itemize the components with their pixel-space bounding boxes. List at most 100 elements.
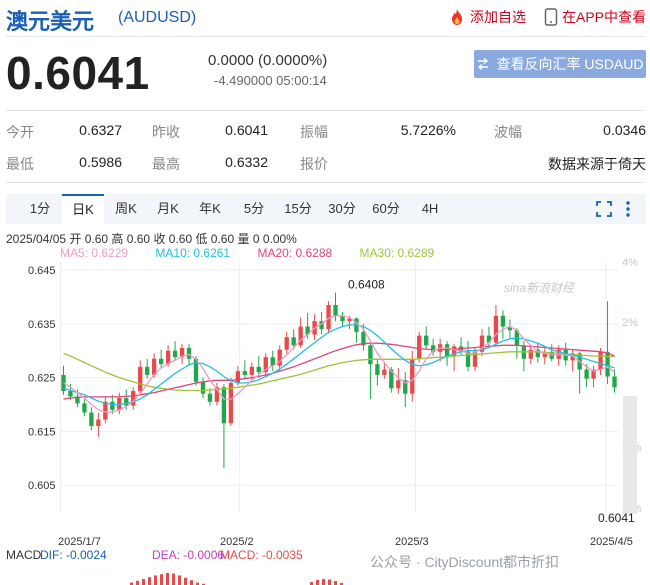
current-price: 0.6041 [6, 47, 150, 99]
add-watchlist-button[interactable]: 添加自选 [448, 7, 526, 27]
macd-bar [328, 579, 331, 585]
macd-label: MACD [6, 548, 42, 562]
candle-body [82, 403, 87, 413]
candle-body [242, 371, 247, 375]
tab-daily[interactable]: 日K [62, 194, 104, 224]
macd-bar [190, 580, 193, 585]
macd-bar [160, 574, 163, 585]
x-tick-label: 2025/2 [220, 536, 254, 548]
candle-body [368, 345, 373, 365]
candle-body [382, 369, 387, 375]
macd-bar [184, 577, 187, 585]
candle-body [333, 305, 338, 316]
macd-bar [322, 579, 325, 585]
footer-watermark: 公众号 · CityDiscount都市折扣 [370, 554, 559, 570]
y-tick-label: 0.615 [28, 426, 56, 438]
macd-bar [316, 580, 319, 585]
data-source: 数据来源于倚天 [548, 156, 646, 172]
candle-body [396, 380, 401, 389]
phone-icon [544, 8, 558, 26]
prev-close-label: 昨收 [152, 124, 180, 140]
candle-body [598, 351, 603, 370]
period-tabs: 1分 日K 周K 月K 年K 5分 15分 30分 60分 4H [6, 194, 646, 224]
y-tick-label: 0.605 [28, 480, 56, 492]
candle-body [138, 366, 143, 392]
chart-watermark: sina新浪财经 [504, 281, 576, 295]
tab-4h[interactable]: 4H [410, 194, 450, 224]
ma10-line [63, 324, 615, 406]
candle-body [284, 337, 289, 350]
right-tick-label: 2% [622, 317, 638, 329]
candle-body [89, 412, 94, 426]
swap-icon [478, 57, 489, 71]
high-value: 0.6332 [225, 154, 268, 170]
pair-code: (AUDUSD) [118, 9, 197, 26]
candle-body [207, 393, 213, 402]
candle-body [424, 335, 429, 346]
reverse-rate-label: 查看反向汇率 USDAUD [496, 56, 644, 72]
x-tick-label: 2025/4/5 [590, 536, 633, 548]
open-value: 0.6327 [79, 122, 122, 138]
tab-15min[interactable]: 15分 [278, 194, 318, 224]
reverse-rate-button[interactable]: 查看反向汇率 USDAUD [474, 50, 646, 78]
tab-monthly[interactable]: 月K [148, 194, 188, 224]
tab-5min[interactable]: 5分 [234, 194, 274, 224]
x-tick-label: 2025/3 [395, 536, 429, 548]
low-value: 0.5986 [79, 154, 122, 170]
y-tick-label: 0.625 [28, 373, 56, 385]
macd-label: MACD: -0.0035 [220, 548, 303, 562]
header: 澳元美元 (AUDUSD) 添加自选 在APP中查看 [0, 0, 650, 34]
candle-body [375, 364, 380, 375]
candle-body [110, 401, 115, 410]
more-icon[interactable] [624, 200, 632, 218]
candle-body [256, 366, 261, 373]
stats-row: 最低 0.5986 最高 0.6332 报价 数据来源于倚天 [6, 150, 650, 182]
candle-body [96, 419, 101, 426]
candle-body [124, 398, 129, 406]
candle-body [221, 387, 227, 424]
last-price-label: 0.6041 [598, 511, 635, 525]
tab-weekly[interactable]: 周K [106, 194, 146, 224]
x-tick-label: 2025/1/7 [58, 536, 101, 548]
flame-icon [452, 9, 462, 25]
macd-bar [142, 579, 145, 585]
tab-yearly[interactable]: 年K [190, 194, 230, 224]
wave-label: 波幅 [494, 124, 522, 140]
divider [6, 182, 644, 183]
candle-body [277, 349, 282, 366]
candle-body [172, 350, 178, 358]
prev-close-value: 0.6041 [225, 122, 268, 138]
open-in-app-button[interactable]: 在APP中查看 [544, 7, 646, 27]
macd-bar [178, 575, 181, 585]
open-in-app-label: 在APP中查看 [562, 9, 647, 25]
tab-30min[interactable]: 30分 [322, 194, 362, 224]
candle-body [528, 349, 533, 359]
kline-chart[interactable]: 0.645 0.635 0.625 0.615 0.605 2025/1/7 2025/2 2… [0, 256, 650, 585]
y-tick-label: 0.635 [28, 319, 56, 331]
amplitude-label: 振幅 [300, 124, 328, 140]
divider [6, 36, 644, 37]
candle-body [165, 350, 171, 365]
candle-body [326, 305, 331, 330]
macd-bar [148, 577, 151, 585]
candle-body [249, 366, 254, 375]
amplitude-value: 5.7226% [400, 122, 456, 138]
high-price-label: 0.6408 [348, 278, 385, 292]
candle-body [200, 381, 206, 394]
candle-body [417, 335, 422, 359]
candle-body [493, 315, 499, 343]
range-bar [623, 396, 637, 514]
wave-value: 0.0346 [603, 122, 646, 138]
candle-body [291, 337, 296, 346]
candle-body [103, 401, 108, 420]
macd-bar [334, 581, 337, 585]
candle-body [500, 315, 506, 327]
divider [6, 110, 644, 111]
low-label: 最低 [6, 156, 34, 172]
fullscreen-icon[interactable] [595, 200, 613, 218]
tab-60min[interactable]: 60分 [366, 194, 406, 224]
tab-1min[interactable]: 1分 [20, 194, 60, 224]
macd-bar [154, 575, 157, 585]
macd-label: DEA: -0.0006 [152, 548, 224, 562]
pair-title: 澳元美元 [6, 9, 95, 34]
